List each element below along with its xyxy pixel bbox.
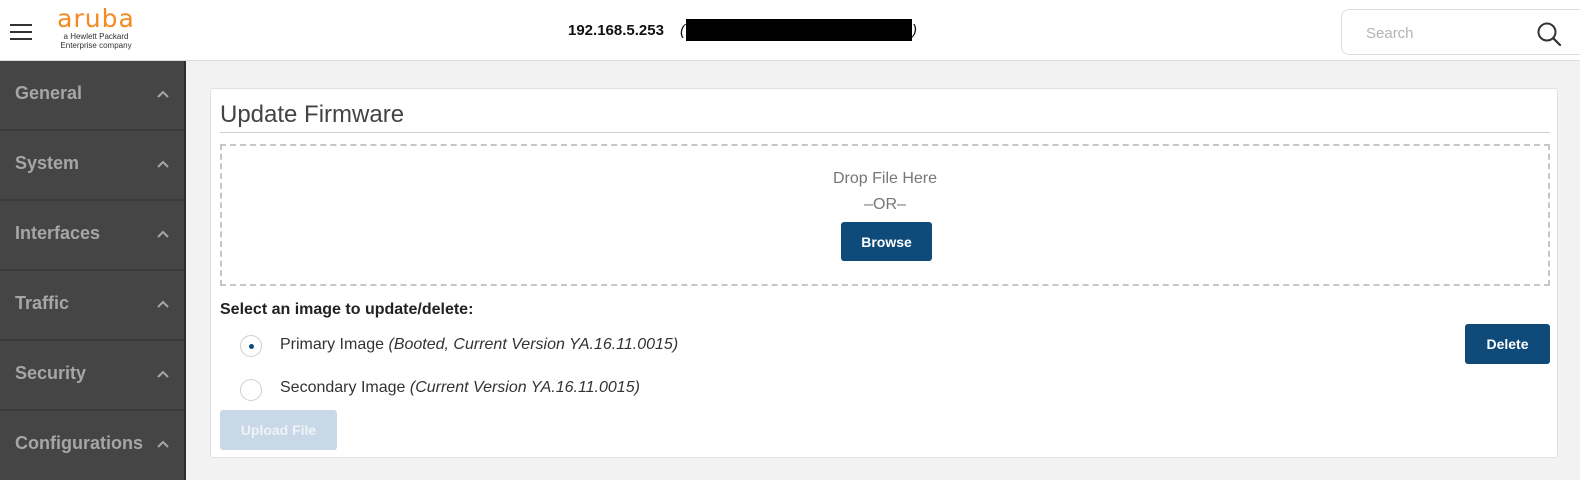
secondary-image-label[interactable]: Secondary Image (Current Version YA.16.1… (280, 379, 640, 397)
chevron-up-icon (157, 440, 169, 448)
sidebar-item-label: Interfaces (15, 223, 101, 243)
chevron-up-icon (157, 90, 169, 98)
sidebar-item-label: System (15, 153, 80, 173)
page-title: Update Firmware (220, 101, 405, 128)
primary-image-detail: (Booted, Current Version YA.16.11.0015) (388, 336, 679, 353)
sidebar-item-traffic[interactable]: Traffic (0, 271, 184, 341)
primary-image-name: Primary Image (280, 336, 385, 353)
top-bar: aruba a Hewlett Packard Enterprise compa… (0, 0, 1580, 61)
logo-tagline-line1: a Hewlett Packard (63, 32, 129, 41)
aruba-logo[interactable]: aruba a Hewlett Packard Enterprise compa… (50, 4, 142, 50)
sidebar-item-configurations[interactable]: Configurations (0, 411, 184, 479)
logo-tagline-line2: Enterprise company (60, 41, 132, 50)
secondary-image-radio[interactable] (240, 379, 262, 401)
chevron-up-icon (157, 160, 169, 168)
primary-image-radio[interactable] (240, 335, 262, 357)
search-input[interactable] (1364, 24, 1538, 43)
host-name-close-paren: ) (912, 22, 917, 39)
host-address: 192.168.5.253 (568, 22, 664, 39)
sidebar-item-label: Configurations (15, 433, 143, 453)
select-image-heading: Select an image to update/delete: (220, 301, 474, 318)
search-icon[interactable] (1536, 21, 1562, 47)
or-separator: –OR– (864, 196, 906, 213)
title-divider (220, 132, 1550, 133)
chevron-up-icon (157, 370, 169, 378)
search-box (1341, 9, 1580, 55)
secondary-image-detail: (Current Version YA.16.11.0015) (409, 379, 640, 396)
host-name-open-paren: ( (680, 22, 685, 39)
drop-file-text: Drop File Here (832, 170, 938, 187)
sidebar-item-system[interactable]: System (0, 131, 184, 201)
sidebar-item-label: Security (15, 363, 87, 383)
redacted-hostname (686, 19, 912, 41)
logo-wordmark: aruba (57, 4, 135, 33)
upload-file-button[interactable]: Upload File (220, 410, 337, 450)
browse-button[interactable]: Browse (841, 222, 932, 261)
sidebar-item-interfaces[interactable]: Interfaces (0, 201, 184, 271)
chevron-up-icon (157, 230, 169, 238)
update-firmware-card: Update Firmware Drop File Here –OR– Brow… (210, 88, 1558, 458)
chevron-up-icon (157, 300, 169, 308)
delete-button[interactable]: Delete (1465, 324, 1550, 364)
secondary-image-name: Secondary Image (280, 379, 406, 396)
sidebar-item-label: General (15, 83, 83, 103)
primary-image-label[interactable]: Primary Image (Booted, Current Version Y… (280, 336, 678, 354)
menu-icon[interactable] (10, 24, 32, 40)
file-drop-zone[interactable]: Drop File Here –OR– Browse (220, 144, 1550, 286)
sidebar-item-security[interactable]: Security (0, 341, 184, 411)
sidebar-nav: General System Interfaces Traffic Securi… (0, 61, 186, 480)
sidebar-item-label: Traffic (15, 293, 70, 313)
sidebar-item-general[interactable]: General (0, 61, 184, 131)
